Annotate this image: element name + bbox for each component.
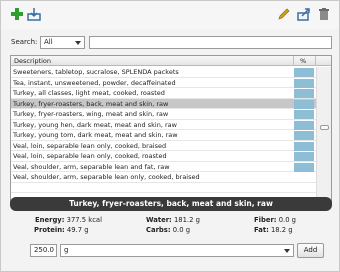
- unit-select[interactable]: g: [60, 244, 294, 257]
- protein-value: 49.7 g: [66, 226, 89, 234]
- energy-label: Energy: 377.5 kcal: [35, 216, 102, 224]
- table-row[interactable]: Turkey, young tom, dark meat, meat and s…: [11, 130, 316, 141]
- table-row[interactable]: Veal, loin, separable lean only, cooked,…: [11, 151, 316, 162]
- percent-bar: [294, 152, 314, 161]
- percent-bar: [294, 89, 314, 98]
- add-button[interactable]: Add: [297, 243, 324, 258]
- trash-icon[interactable]: [317, 7, 331, 21]
- column-divider: [315, 56, 316, 66]
- carbs-label-text: Carbs:: [146, 226, 171, 234]
- energy-label-text: Energy:: [35, 216, 65, 224]
- row-description: Turkey, fryer-roasters, back, meat and s…: [13, 99, 169, 108]
- table-row[interactable]: [11, 183, 316, 193]
- row-description: Sweeteners, tabletop, sucralose, SPLENDA…: [13, 68, 179, 76]
- row-description: Turkey, young hen, dark meat, meat and s…: [13, 120, 177, 129]
- column-header-description[interactable]: Description: [14, 57, 51, 65]
- fat-value: 18.2 g: [270, 226, 293, 234]
- search-label: Search:: [11, 38, 38, 46]
- fat-label: Fat: 18.2 g: [254, 226, 293, 234]
- percent-bar: [294, 131, 314, 140]
- fat-label-text: Fat:: [254, 226, 269, 234]
- percent-bar: [294, 141, 314, 151]
- row-description: Veal, shoulder, arm, separable lean only…: [13, 173, 200, 181]
- protein-label: Protein: 49.7 g: [34, 226, 89, 234]
- unit-value: g: [64, 246, 69, 254]
- table-scrollbar[interactable]: [316, 67, 331, 202]
- table-row[interactable]: Turkey, fryer-roasters, wing, meat and s…: [11, 109, 316, 120]
- toolbar: [1, 1, 339, 29]
- row-description: Turkey, all classes, light meat, cooked,…: [13, 89, 165, 97]
- chevron-down-icon: [75, 41, 81, 45]
- fiber-value: 0.0 g: [278, 216, 296, 224]
- table-row-selected[interactable]: Turkey, fryer-roasters, back, meat and s…: [11, 98, 316, 109]
- table-row[interactable]: Turkey, all classes, light meat, cooked,…: [11, 88, 316, 99]
- table-row[interactable]: Veal, shoulder, arm, separable lean only…: [11, 172, 316, 183]
- table-row[interactable]: Sweeteners, tabletop, sucralose, SPLENDA…: [11, 67, 316, 78]
- plus-icon[interactable]: [10, 7, 24, 21]
- percent-bar: [294, 99, 314, 109]
- row-description: Veal, loin, separable lean only, cooked,…: [13, 141, 167, 150]
- water-label-text: Water:: [146, 216, 172, 224]
- search-scope-select[interactable]: All: [40, 36, 85, 49]
- chevron-down-icon: [284, 249, 290, 253]
- percent-bar: [294, 68, 314, 77]
- search-scope-value: All: [44, 38, 53, 46]
- carbs-value: 0.0 g: [172, 226, 191, 234]
- energy-value: 377.5 kcal: [66, 216, 102, 224]
- row-description: Veal, loin, separable lean only, cooked,…: [13, 152, 167, 160]
- table-row[interactable]: Veal, shoulder, arm, separable lean and …: [11, 162, 316, 172]
- table-row[interactable]: Tea, instant, unsweetened, powder, decaf…: [11, 78, 316, 88]
- pencil-icon[interactable]: [277, 7, 291, 21]
- fiber-label-text: Fiber:: [254, 216, 277, 224]
- percent-bar: [294, 110, 314, 119]
- search-input[interactable]: [89, 36, 332, 49]
- food-table: Description % Sweeteners, tabletop, sucr…: [10, 55, 332, 203]
- table-row[interactable]: Turkey, young hen, dark meat, meat and s…: [11, 120, 316, 130]
- percent-bar: [294, 162, 314, 172]
- quantity-input[interactable]: 250.0: [30, 244, 57, 257]
- search-row: Search: All: [1, 35, 339, 51]
- row-description: Veal, shoulder, arm, separable lean and …: [13, 162, 170, 171]
- row-description: Turkey, fryer-roasters, wing, meat and s…: [13, 110, 169, 118]
- protein-label-text: Protein:: [34, 226, 65, 234]
- column-header-percent[interactable]: %: [300, 57, 306, 65]
- import-icon[interactable]: [27, 7, 41, 21]
- column-divider: [293, 56, 294, 66]
- water-label: Water: 181.2 g: [146, 216, 200, 224]
- water-value: 181.2 g: [173, 216, 200, 224]
- row-description: Tea, instant, unsweetened, powder, decaf…: [13, 78, 176, 87]
- percent-bar: [294, 78, 314, 88]
- fiber-label: Fiber: 0.0 g: [254, 216, 296, 224]
- carbs-label: Carbs: 0.0 g: [146, 226, 190, 234]
- table-header: Description %: [11, 56, 331, 66]
- percent-bar: [294, 120, 314, 130]
- table-rows: Sweeteners, tabletop, sucralose, SPLENDA…: [11, 67, 316, 202]
- row-description: Turkey, young tom, dark meat, meat and s…: [13, 131, 178, 139]
- selected-food-title: Turkey, fryer-roasters, back, meat and s…: [10, 197, 332, 211]
- export-icon[interactable]: [297, 7, 311, 21]
- table-row[interactable]: Veal, loin, separable lean only, cooked,…: [11, 141, 316, 151]
- food-browser-window: Search: All Description % Sweeteners, ta…: [0, 0, 340, 272]
- scrollbar-thumb[interactable]: [320, 125, 329, 130]
